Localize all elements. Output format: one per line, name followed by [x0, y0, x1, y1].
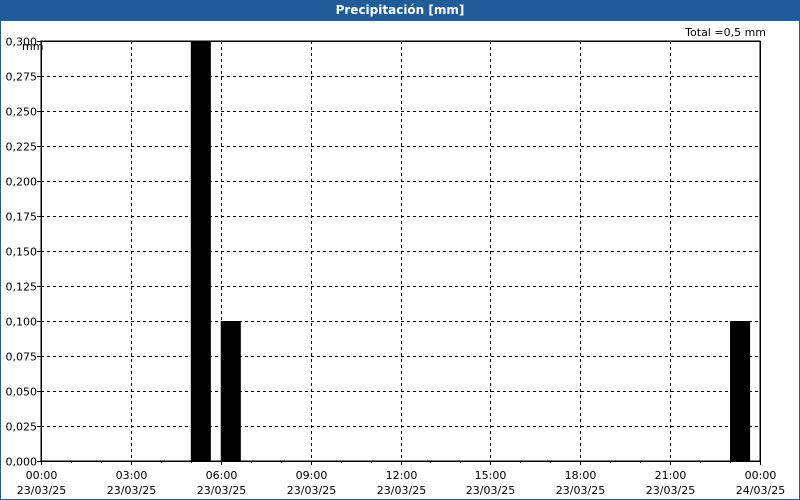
x-tick-time-label: 09:00 [296, 469, 328, 482]
x-tick-date-label: 23/03/25 [556, 484, 605, 497]
x-tick-date-label: 23/03/25 [287, 484, 336, 497]
y-tick-label: 0,100 [6, 316, 38, 329]
y-tick-label: 0,025 [6, 421, 38, 434]
x-tick-time-label: 00:00 [745, 469, 777, 482]
y-tick-label: 0,075 [6, 351, 38, 364]
x-tick-time-label: 03:00 [116, 469, 148, 482]
y-tick-label: 0,150 [6, 246, 38, 259]
y-tick-label: 0,200 [6, 176, 38, 189]
precipitation-bar [190, 41, 211, 461]
x-tick-date-label: 23/03/25 [646, 484, 695, 497]
y-tick-label: 0,175 [6, 211, 38, 224]
x-tick-time-label: 15:00 [475, 469, 507, 482]
y-tick-label: 0,250 [6, 106, 38, 119]
x-tick-date-label: 23/03/25 [17, 484, 66, 497]
y-tick-label: 0,275 [6, 71, 38, 84]
x-tick-time-label: 00:00 [26, 469, 58, 482]
x-tick-date-label: 23/03/25 [466, 484, 515, 497]
x-tick-date-label: 23/03/25 [377, 484, 426, 497]
x-tick-date-label: 24/03/25 [736, 484, 785, 497]
x-tick-time-label: 06:00 [206, 469, 238, 482]
plot-area [40, 40, 761, 462]
x-tick-date-label: 23/03/25 [107, 484, 156, 497]
y-tick-label: 0,125 [6, 281, 38, 294]
y-tick-label: 0,050 [6, 386, 38, 399]
x-tick-time-label: 18:00 [565, 469, 597, 482]
y-axis-label: mm [22, 40, 43, 53]
y-tick-label: 0,000 [6, 456, 38, 469]
x-tick-date-label: 23/03/25 [197, 484, 246, 497]
y-tick-label: 0,225 [6, 141, 38, 154]
precipitation-bar [730, 321, 751, 461]
x-tick-time-label: 12:00 [386, 469, 418, 482]
precipitation-chart: 0,000 0,025 0,050 0,075 0,100 0,125 0,150 0,175… [6, 36, 786, 498]
precipitation-bar [220, 321, 241, 461]
x-tick-time-label: 21:00 [655, 469, 687, 482]
